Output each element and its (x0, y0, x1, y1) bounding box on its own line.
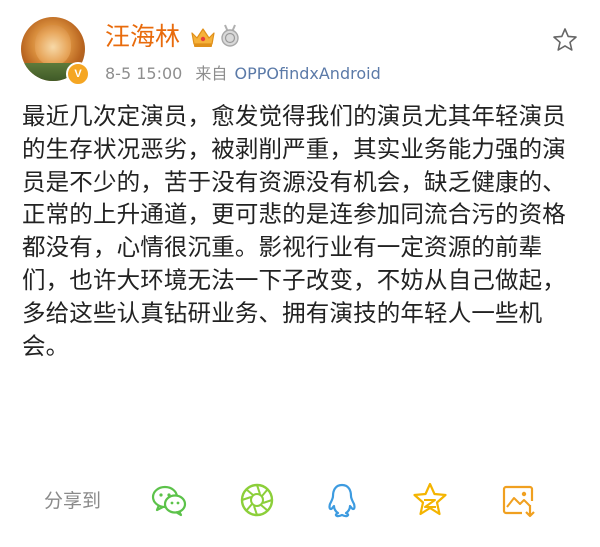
moments-icon[interactable] (238, 481, 276, 519)
source-prefix: 来自 (195, 64, 228, 83)
qzone-icon[interactable] (411, 481, 449, 519)
verified-badge: V (66, 62, 90, 86)
save-image-icon[interactable] (500, 481, 538, 519)
avatar[interactable]: V (21, 17, 90, 86)
wechat-icon[interactable] (150, 481, 188, 519)
crown-icon (190, 26, 216, 48)
post-date: 8-5 15:00 (105, 64, 183, 83)
author-name[interactable]: 汪海林 (105, 20, 180, 54)
post-header: V 汪海林 8-5 15:00 来自 OPPOfindxAndroid (0, 0, 600, 95)
post-body: 最近几次定演员，愈发觉得我们的演员尤其年轻演员的生存状况恶劣，被剥削严重，其实业… (22, 102, 566, 360)
share-label: 分享到 (44, 490, 102, 512)
qq-icon[interactable] (323, 481, 361, 519)
source-link[interactable]: OPPOfindxAndroid (235, 64, 381, 83)
favorite-star-icon[interactable] (552, 27, 578, 53)
post-meta: 8-5 15:00 来自 OPPOfindxAndroid (105, 64, 381, 84)
medal-icon (219, 24, 241, 48)
share-bar: 分享到 (0, 470, 600, 530)
